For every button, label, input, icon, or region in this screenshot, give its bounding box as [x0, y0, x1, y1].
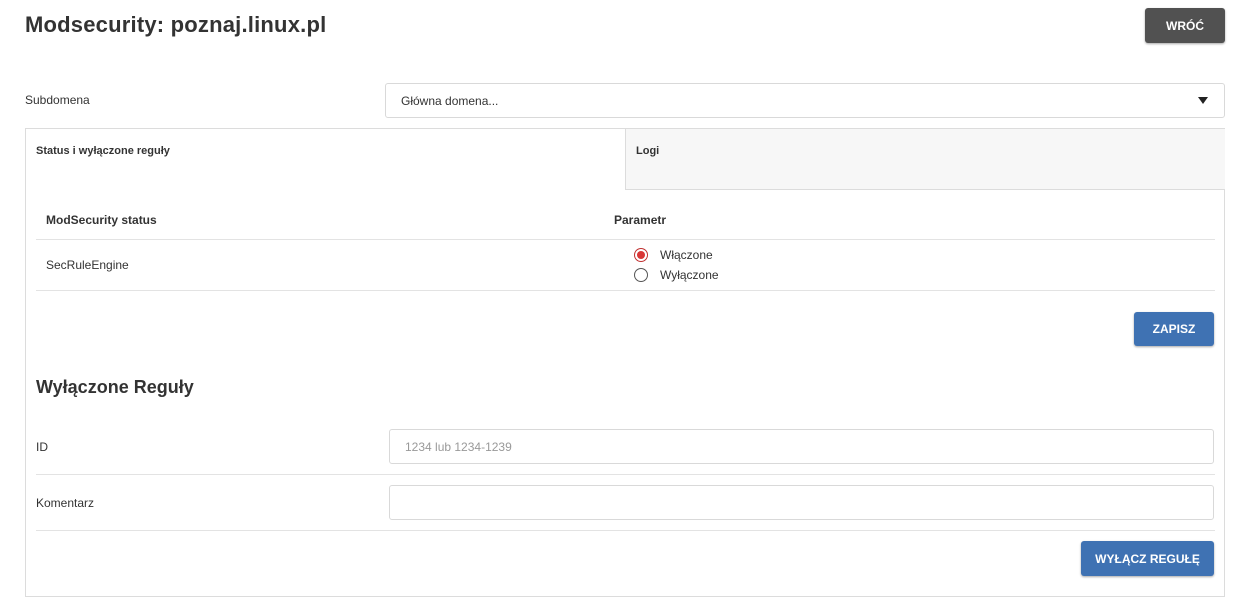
disable-rule-button[interactable]: WYŁĄCZ REGUŁĘ [1081, 541, 1214, 576]
radio-option-enabled[interactable]: Włączone [634, 248, 713, 262]
subdomain-select[interactable]: Główna domena... [385, 83, 1225, 118]
divider [36, 474, 1215, 475]
status-row-name: SecRuleEngine [46, 258, 129, 272]
save-button[interactable]: ZAPISZ [1134, 312, 1214, 346]
radio-label-disabled: Wyłączone [660, 268, 719, 282]
section-title-disabled-rules: Wyłączone Reguły [36, 377, 194, 397]
radio-label-enabled: Włączone [660, 248, 713, 262]
tab-status[interactable]: Status i wyłączone reguły [26, 129, 625, 190]
subdomain-label: Subdomena [25, 93, 90, 107]
divider [36, 290, 1215, 291]
settings-panel: Status i wyłączone reguły Logi ModSecuri… [25, 128, 1225, 597]
radio-enabled[interactable] [634, 248, 648, 262]
subdomain-selected-value: Główna domena... [401, 94, 499, 108]
comment-input[interactable] [389, 485, 1214, 520]
chevron-down-icon [1198, 97, 1208, 104]
column-header-status: ModSecurity status [46, 213, 157, 227]
comment-label: Komentarz [36, 496, 95, 510]
rule-id-input[interactable] [389, 429, 1214, 464]
tab-logs[interactable]: Logi [625, 129, 1225, 190]
radio-disabled[interactable] [634, 268, 648, 282]
divider [36, 239, 1215, 240]
page-title: Modsecurity: poznaj.linux.pl [25, 12, 327, 37]
back-button[interactable]: WRÓĆ [1145, 8, 1225, 43]
radio-option-disabled[interactable]: Wyłączone [634, 268, 719, 282]
id-label: ID [36, 440, 48, 454]
divider [36, 530, 1215, 531]
column-header-param: Parametr [614, 213, 667, 227]
